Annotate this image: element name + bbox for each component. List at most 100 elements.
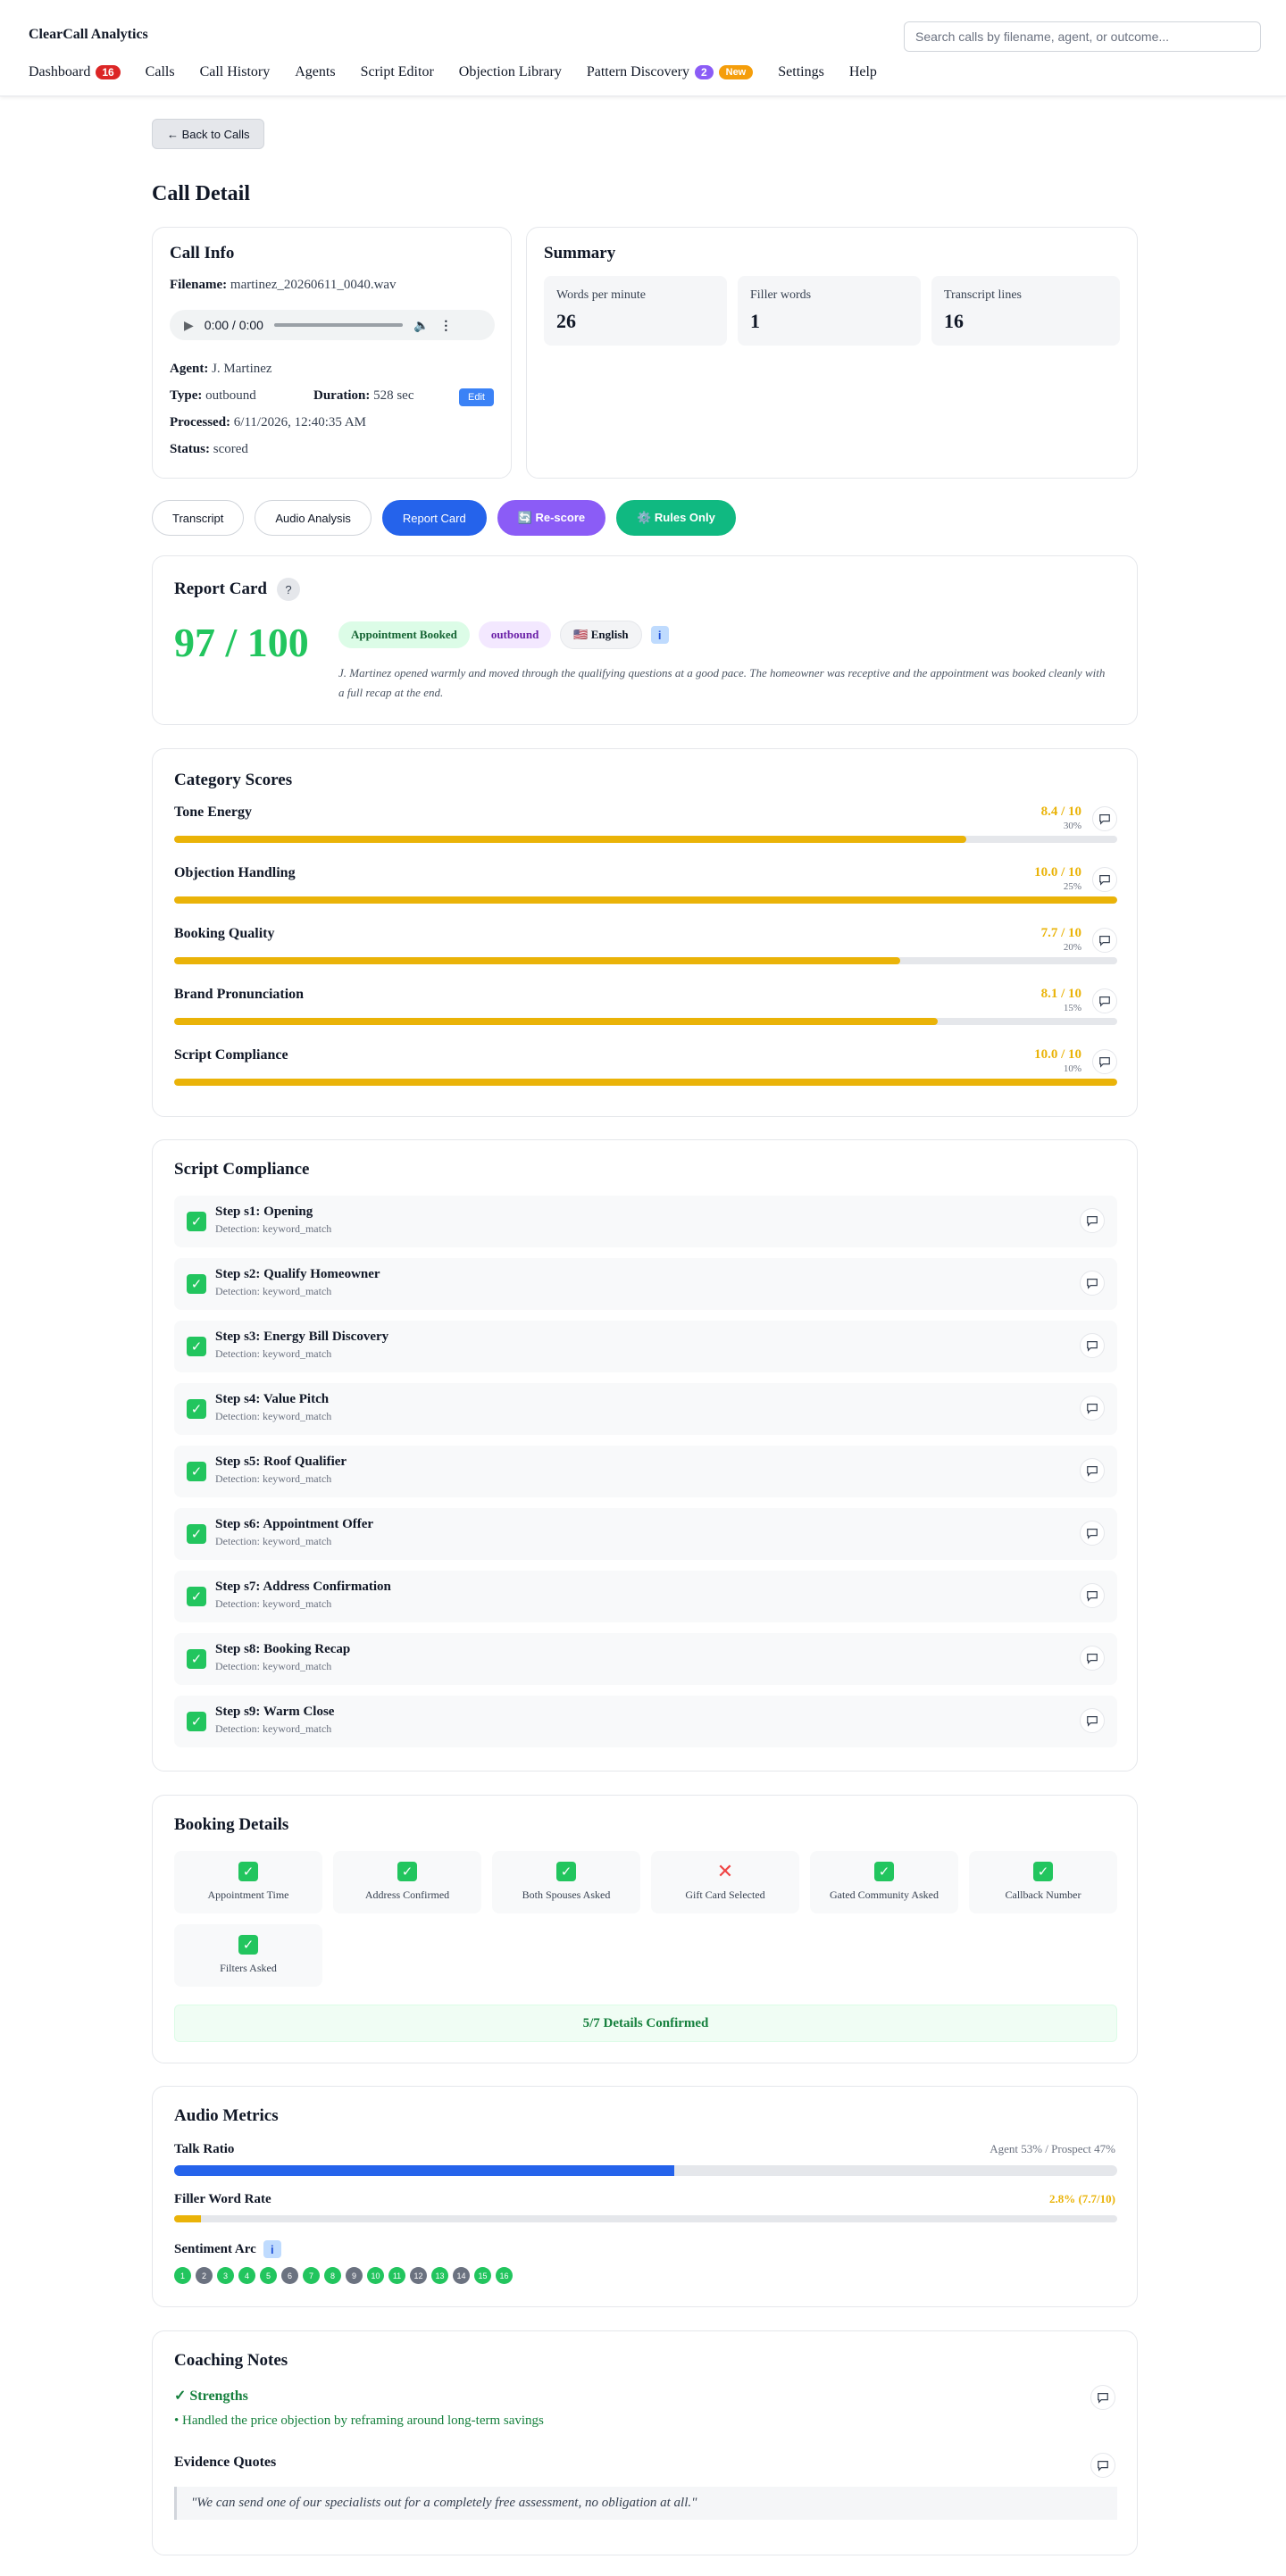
comment-button[interactable] xyxy=(1092,867,1117,892)
evidence-quote: "We can send one of our specialists out … xyxy=(174,2487,1117,2520)
nav-call-history[interactable]: Call History xyxy=(200,64,271,80)
more-options-icon[interactable]: ⋮ xyxy=(439,318,452,333)
sentiment-dot[interactable]: 10 xyxy=(367,2267,384,2284)
category-progress-track xyxy=(174,836,1117,843)
nav-label: Agents xyxy=(295,64,336,79)
comment-button[interactable] xyxy=(1092,1049,1117,1074)
nav-calls[interactable]: Calls xyxy=(146,64,175,80)
category-row: Booking Quality 7.7 / 10 20% xyxy=(174,926,1117,967)
comment-button[interactable] xyxy=(1080,1333,1105,1358)
comment-button[interactable] xyxy=(1092,928,1117,953)
comment-button[interactable] xyxy=(1092,988,1117,1013)
sentiment-dot[interactable]: 2 xyxy=(196,2267,213,2284)
check-icon: ✓ xyxy=(187,1524,206,1544)
script-step: ✓ Step s2: Qualify Homeowner Detection: ke… xyxy=(174,1258,1117,1310)
nav-script-editor[interactable]: Script Editor xyxy=(361,64,434,80)
nav-objection-library[interactable]: Objection Library xyxy=(459,64,562,80)
comment-button[interactable] xyxy=(1080,1458,1105,1483)
nav-dashboard[interactable]: Dashboard 16 xyxy=(29,64,121,80)
sentiment-dot[interactable]: 7 xyxy=(303,2267,320,2284)
sentiment-dot[interactable]: 8 xyxy=(324,2267,341,2284)
top-header: ClearCall Analytics Dashboard 16 Calls Ca… xyxy=(0,0,1286,96)
nav-settings[interactable]: Settings xyxy=(778,64,824,80)
comment-icon xyxy=(1098,2393,1108,2404)
status-label: Status: xyxy=(170,442,211,456)
comment-button[interactable] xyxy=(1080,1646,1105,1671)
category-name: Brand Pronunciation xyxy=(174,987,305,1002)
comment-icon xyxy=(1098,2461,1108,2472)
help-icon[interactable]: ? xyxy=(277,578,300,601)
comment-icon xyxy=(1087,1529,1098,1539)
sentiment-dot[interactable]: 14 xyxy=(453,2267,470,2284)
comment-button[interactable] xyxy=(1090,2453,1115,2478)
comment-icon xyxy=(1099,936,1110,946)
category-row: Brand Pronunciation 8.1 / 10 15% xyxy=(174,987,1117,1028)
filename-value: martinez_20260611_0040.wav xyxy=(230,278,397,292)
back-to-calls-button[interactable]: ← Back to Calls xyxy=(152,119,265,149)
evidence-quotes-label: Evidence Quotes xyxy=(174,2455,277,2470)
sentiment-arc-label: Sentiment Arc xyxy=(174,2241,256,2256)
sentiment-dot[interactable]: 5 xyxy=(260,2267,277,2284)
check-icon: ✓ xyxy=(187,1649,206,1669)
step-title: Step s3: Energy Bill Discovery xyxy=(215,1330,389,1344)
sentiment-dot[interactable]: 6 xyxy=(281,2267,298,2284)
sentiment-dot[interactable]: 12 xyxy=(410,2267,427,2284)
agent-row: Agent: J. Martinez xyxy=(170,362,272,377)
category-score: 8.1 / 10 xyxy=(1040,987,1081,1001)
edit-button[interactable]: Edit xyxy=(459,388,494,406)
script-step: ✓ Step s7: Address Confirmation Detection:… xyxy=(174,1571,1117,1622)
outcome-badge: Appointment Booked xyxy=(338,621,470,648)
category-score: 8.4 / 10 xyxy=(1040,804,1081,819)
category-progress-fill xyxy=(174,896,1117,904)
comment-button[interactable] xyxy=(1080,1708,1105,1733)
tab-audio-analysis[interactable]: Audio Analysis xyxy=(255,500,372,536)
volume-icon[interactable]: 🔈 xyxy=(413,318,429,333)
rescore-button[interactable]: 🔄 Re-score xyxy=(497,500,606,536)
comment-button[interactable] xyxy=(1080,1208,1105,1233)
strength-text: Handled the price objection by reframing… xyxy=(182,2413,544,2428)
check-icon: ✓ xyxy=(397,1862,417,1881)
sentiment-dot[interactable]: 1 xyxy=(174,2267,191,2284)
rules-only-button[interactable]: ⚙️ Rules Only xyxy=(616,500,736,536)
tab-transcript[interactable]: Transcript xyxy=(152,500,245,536)
nav-agents[interactable]: Agents xyxy=(295,64,335,80)
audio-seek-bar[interactable] xyxy=(273,323,403,327)
nav-pattern-discovery[interactable]: Pattern Discovery 2 New xyxy=(587,64,754,80)
sentiment-dot[interactable]: 9 xyxy=(346,2267,363,2284)
comment-icon xyxy=(1087,1591,1098,1602)
x-icon: ✕ xyxy=(716,1860,734,1883)
sentiment-dot[interactable]: 16 xyxy=(496,2267,513,2284)
sentiment-dot[interactable]: 4 xyxy=(238,2267,255,2284)
audio-player[interactable]: ▶ 0:00 / 0:00 🔈 ⋮ xyxy=(170,310,495,340)
stat-transcript-lines: Transcript lines 16 xyxy=(931,276,1120,346)
comment-button[interactable] xyxy=(1080,1396,1105,1421)
info-icon[interactable]: i xyxy=(263,2240,281,2258)
comment-icon xyxy=(1099,996,1110,1007)
duration-label: Duration: xyxy=(313,388,371,403)
report-summary: J. Martinez opened warmly and moved thro… xyxy=(338,666,1106,699)
strengths-label: ✓ Strengths xyxy=(174,2388,248,2404)
step-title: Step s9: Warm Close xyxy=(215,1705,335,1719)
report-tags: Appointment Booked outbound 🇺🇸 English i xyxy=(338,621,669,649)
step-title: Step s1: Opening xyxy=(215,1205,313,1219)
comment-button[interactable] xyxy=(1080,1521,1105,1546)
sentiment-dot[interactable]: 3 xyxy=(217,2267,234,2284)
nav-label: Calls xyxy=(145,64,175,79)
summary-card: Summary Words per minute 26 Filler words… xyxy=(526,227,1138,479)
sentiment-dot[interactable]: 13 xyxy=(431,2267,448,2284)
comment-button[interactable] xyxy=(1080,1271,1105,1296)
filler-rate-bar xyxy=(174,2215,1117,2222)
tab-report-card[interactable]: Report Card xyxy=(381,500,487,536)
comment-button[interactable] xyxy=(1080,1583,1105,1608)
check-icon: ✓ xyxy=(1033,1862,1053,1881)
search-input[interactable] xyxy=(904,21,1261,52)
info-icon[interactable]: i xyxy=(650,626,669,644)
filename-label: Filename: xyxy=(170,278,228,292)
sentiment-dot[interactable]: 15 xyxy=(474,2267,491,2284)
sentiment-dot[interactable]: 11 xyxy=(388,2267,405,2284)
comment-button[interactable] xyxy=(1092,806,1117,831)
comment-button[interactable] xyxy=(1090,2385,1115,2410)
play-icon[interactable]: ▶ xyxy=(184,318,194,333)
category-scores-title: Category Scores xyxy=(174,771,293,789)
nav-help[interactable]: Help xyxy=(849,64,877,80)
